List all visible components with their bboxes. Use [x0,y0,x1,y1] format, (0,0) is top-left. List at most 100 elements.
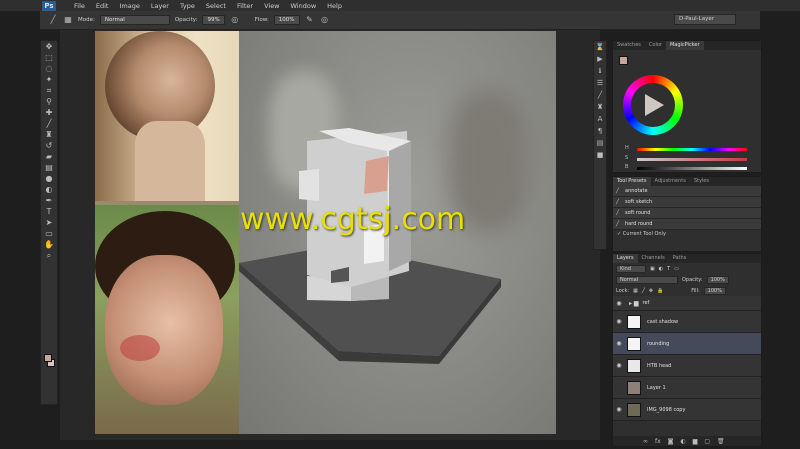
filter-shape-icon[interactable]: ▭ [674,266,679,272]
menu-type[interactable]: Type [180,2,195,10]
pen-tool-icon[interactable]: ✒ [41,195,57,206]
info-icon[interactable]: ℹ [594,65,606,77]
layer-row-img-copy[interactable]: ◉ IMG_9098 copy [613,399,761,421]
tab-adjustments[interactable]: Adjustments [651,177,690,186]
opacity-field[interactable]: 99% [202,15,225,25]
menu-filter[interactable]: Filter [237,2,253,10]
history-brush-tool-icon[interactable]: ↺ [41,140,57,151]
dodge-tool-icon[interactable]: ◐ [41,184,57,195]
tab-tool-presets[interactable]: Tool Presets [613,177,651,186]
eraser-tool-icon[interactable]: ▰ [41,151,57,162]
path-select-tool-icon[interactable]: ➤ [41,217,57,228]
airbrush-icon[interactable]: ✎ [305,15,315,25]
brush-preset-icon[interactable]: ╱ [48,15,58,25]
saturation-slider[interactable] [637,158,747,161]
properties-icon[interactable]: ☰ [594,77,606,89]
tab-styles[interactable]: Styles [690,177,713,186]
menu-edit[interactable]: Edit [96,2,109,10]
crop-tool-icon[interactable]: ⌗ [41,85,57,96]
notes-icon[interactable]: ▤ [594,137,606,149]
marquee-tool-icon[interactable]: ⬚ [41,52,57,63]
stamp-tool-icon[interactable]: ♜ [41,129,57,140]
move-tool-icon[interactable]: ✥ [41,41,57,52]
menu-window[interactable]: Window [291,2,317,10]
adjustment-icon[interactable]: ◐ [681,438,686,445]
layer-row-cast-shadow[interactable]: ◉ cast shadow [613,311,761,333]
tab-magicpicker[interactable]: MagicPicker [665,41,704,50]
eyedropper-tool-icon[interactable]: ⚲ [41,96,57,107]
group-icon[interactable]: ▆ [693,438,698,445]
new-layer-icon[interactable]: ▢ [704,438,710,445]
kind-filter-dropdown[interactable]: Kind [616,264,646,273]
current-color-swatch[interactable] [619,56,628,65]
layer-row-ref[interactable]: ◉ ▸ ▆ ref [613,296,761,311]
lock-all-icon[interactable]: 🔒 [657,288,663,294]
lock-image-icon[interactable]: ╱ [642,288,645,294]
eye-icon[interactable]: ◉ [613,340,625,347]
filter-type-icon[interactable]: T [667,266,670,272]
menu-file[interactable]: File [74,2,85,10]
pressure-opacity-icon[interactable]: ◎ [230,15,240,25]
tab-color[interactable]: Color [645,41,666,50]
tab-channels[interactable]: Channels [638,254,669,263]
lasso-tool-icon[interactable]: ◌ [41,63,57,74]
brush-tool-icon[interactable]: ╱ [41,118,57,129]
trash-icon[interactable]: 🗑 [717,438,725,445]
lock-position-icon[interactable]: ✥ [649,288,653,294]
color-wheel[interactable] [623,75,683,135]
gradient-tool-icon[interactable]: ▤ [41,162,57,173]
mask-icon[interactable]: ◙ [668,438,674,445]
preset-annotate[interactable]: annotate [613,186,761,197]
hue-slider[interactable] [637,148,747,151]
tab-layers[interactable]: Layers [613,254,638,263]
mode-dropdown[interactable]: Normal [99,15,170,25]
menu-help[interactable]: Help [327,2,342,10]
tab-paths[interactable]: Paths [669,254,691,263]
menu-layer[interactable]: Layer [151,2,169,10]
pressure-size-icon[interactable]: ◎ [320,15,330,25]
hand-tool-icon[interactable]: ✋ [41,239,57,250]
paragraph-icon[interactable]: ¶ [594,125,606,137]
quick-select-tool-icon[interactable]: ✦ [41,74,57,85]
layer-row-rounding[interactable]: ◉ rounding [613,333,761,355]
layer-row-layer-1[interactable]: Layer 1 [613,377,761,399]
preset-soft-sketch[interactable]: soft sketch [613,197,761,208]
eye-icon[interactable]: ◉ [613,318,625,325]
layer-opacity-field[interactable]: 100% [706,275,729,284]
history-icon[interactable]: ⌛ [594,41,606,53]
eye-icon[interactable]: ◉ [613,406,625,413]
brightness-slider[interactable] [637,167,747,170]
shape-tool-icon[interactable]: ▭ [41,228,57,239]
tab-swatches[interactable]: Swatches [613,41,645,50]
menu-select[interactable]: Select [206,2,226,10]
color-triangle[interactable] [645,94,664,116]
filter-pixel-icon[interactable]: ▣ [650,266,655,272]
filter-adjust-icon[interactable]: ◐ [659,266,663,272]
character-icon[interactable]: A [594,113,606,125]
clone-source-icon[interactable]: ♜ [594,101,606,113]
menu-image[interactable]: Image [119,2,139,10]
eye-icon[interactable]: ◉ [613,300,625,307]
type-tool-icon[interactable]: T [41,206,57,217]
preset-soft-round[interactable]: soft round [613,208,761,219]
foreground-color-swatch[interactable] [44,354,52,362]
flow-field[interactable]: 100% [273,15,300,25]
eye-icon[interactable]: ◉ [613,362,625,369]
healing-tool-icon[interactable]: ✚ [41,107,57,118]
zoom-tool-icon[interactable]: ⌕ [41,250,57,261]
menu-view[interactable]: View [264,2,279,10]
swatch-icon[interactable]: ■ [594,149,606,161]
actions-icon[interactable]: ▶ [594,53,606,65]
brush-icon[interactable]: ╱ [594,89,606,101]
lock-transparent-icon[interactable]: ▦ [633,288,638,294]
brush-panel-icon[interactable]: ▦ [63,15,73,25]
blend-mode-dropdown[interactable]: Normal [616,275,678,284]
link-icon[interactable]: ∞ [643,438,648,445]
preset-hard-round[interactable]: hard round [613,219,761,230]
layer-row-htb-head[interactable]: ◉ HTB head [613,355,761,377]
current-tool-only-checkbox[interactable]: ✓ Current Tool Only [613,230,761,239]
blur-tool-icon[interactable]: ● [41,173,57,184]
fill-field[interactable]: 100% [703,286,726,295]
workspace-dropdown[interactable]: D-Paul-Layer [674,14,736,25]
fx-icon[interactable]: fx [655,438,661,445]
